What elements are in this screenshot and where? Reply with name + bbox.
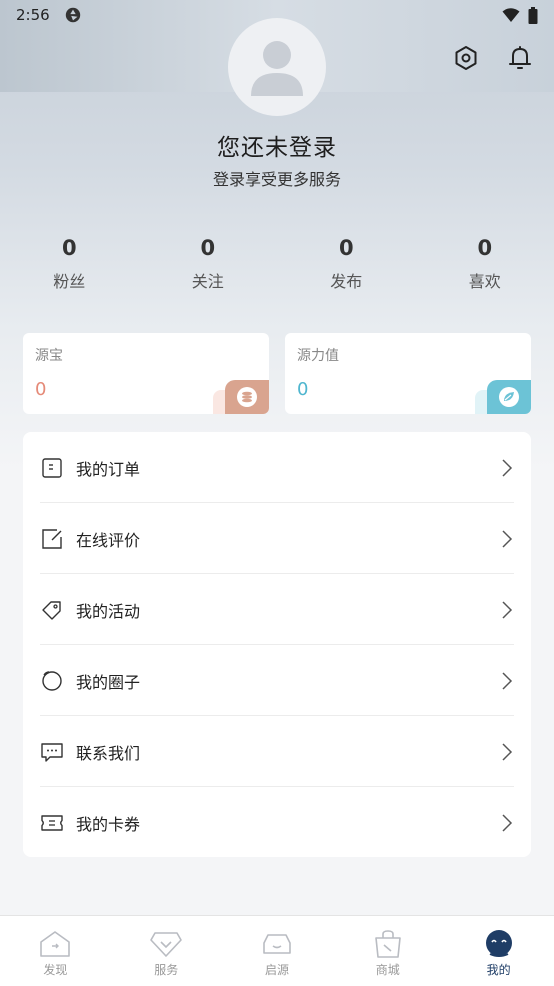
- chat-icon: [41, 742, 63, 762]
- menu-item-circles[interactable]: 我的圈子: [40, 645, 514, 716]
- stat-value: 0: [477, 236, 493, 260]
- yuanbao-card[interactable]: 源宝 0: [23, 333, 269, 414]
- stat-label: 喜欢: [468, 272, 501, 291]
- bell-icon[interactable]: [506, 44, 534, 72]
- chevron-right-icon: [502, 671, 513, 690]
- edit-icon: [42, 528, 62, 549]
- settings-icon[interactable]: [452, 44, 480, 72]
- stat-likes[interactable]: 0 喜欢: [416, 236, 554, 292]
- chevron-right-icon: [502, 458, 513, 477]
- tab-discover[interactable]: 发现: [0, 916, 111, 986]
- order-icon: [42, 457, 62, 478]
- stat-posts[interactable]: 0 发布: [277, 236, 416, 292]
- ticket-icon: [41, 814, 63, 831]
- yuanli-card[interactable]: 源力值 0: [285, 333, 531, 414]
- menu-label: 我的卡券: [76, 814, 141, 834]
- menu-item-contact[interactable]: 联系我们: [40, 716, 514, 787]
- card-value: 0: [35, 379, 47, 400]
- top-actions: [452, 44, 534, 72]
- stat-value: 0: [61, 236, 77, 260]
- status-right-icons: [502, 6, 538, 24]
- stat-value: 0: [200, 236, 216, 260]
- card-value: 0: [297, 379, 309, 400]
- menu-item-activities[interactable]: 我的活动: [40, 574, 514, 645]
- stat-fans[interactable]: 0 粉丝: [0, 236, 139, 292]
- stat-label: 关注: [191, 272, 224, 291]
- tab-label: 服务: [154, 963, 179, 977]
- avatar[interactable]: [228, 18, 326, 116]
- menu-item-coupons[interactable]: 我的卡券: [40, 787, 514, 858]
- home-icon: [40, 931, 71, 957]
- tab-label: 发现: [43, 963, 68, 977]
- coin-stack-icon: [225, 380, 269, 414]
- chevron-right-icon: [502, 600, 513, 619]
- card-label: 源宝: [35, 348, 63, 364]
- menu-label: 联系我们: [76, 743, 141, 763]
- chevron-right-icon: [502, 813, 513, 832]
- battery-icon: [528, 6, 538, 24]
- tab-label: 商城: [375, 963, 400, 977]
- diamond-icon: [150, 932, 182, 957]
- tab-service[interactable]: 服务: [111, 916, 222, 986]
- menu-label: 我的订单: [76, 459, 141, 479]
- menu-item-orders[interactable]: 我的订单: [40, 432, 514, 503]
- stat-following[interactable]: 0 关注: [139, 236, 278, 292]
- tag-icon: [42, 600, 61, 620]
- menu-list: 我的订单 在线评价 我的活动 我的圈子 联系我们 我的卡券: [23, 432, 531, 857]
- tab-mall[interactable]: 商城: [332, 916, 443, 986]
- menu-label: 我的活动: [76, 601, 141, 621]
- menu-label: 我的圈子: [76, 672, 141, 692]
- shopping-bag-icon: [374, 930, 401, 958]
- mascot-icon: [485, 930, 512, 957]
- leaf-icon: [487, 380, 531, 414]
- login-subtitle: 登录享受更多服务: [212, 170, 341, 189]
- card-label: 源力值: [297, 348, 339, 364]
- stat-label: 发布: [330, 272, 363, 291]
- tab-label: 我的: [486, 963, 511, 977]
- aperture-icon: [65, 7, 80, 23]
- stats-row: 0 粉丝 0 关注 0 发布 0 喜欢: [0, 236, 554, 292]
- chevron-right-icon: [502, 742, 513, 761]
- status-time: 2:56: [16, 6, 50, 24]
- stat-value: 0: [338, 236, 354, 260]
- wifi-icon: [502, 8, 520, 22]
- menu-item-reviews[interactable]: 在线评价: [40, 503, 514, 574]
- bottom-tab-bar: 发现 服务 启源 商城 我的: [0, 915, 554, 986]
- user-placeholder-icon: [251, 41, 303, 96]
- circle-icon: [42, 670, 62, 691]
- login-title[interactable]: 您还未登录: [0, 128, 554, 162]
- chevron-right-icon: [502, 529, 513, 548]
- menu-label: 在线评价: [76, 530, 141, 550]
- tab-qiyuan[interactable]: 启源: [222, 916, 333, 986]
- car-icon: [263, 934, 291, 954]
- tab-mine[interactable]: 我的: [443, 916, 554, 986]
- stat-label: 粉丝: [53, 272, 86, 291]
- tab-label: 启源: [264, 963, 289, 977]
